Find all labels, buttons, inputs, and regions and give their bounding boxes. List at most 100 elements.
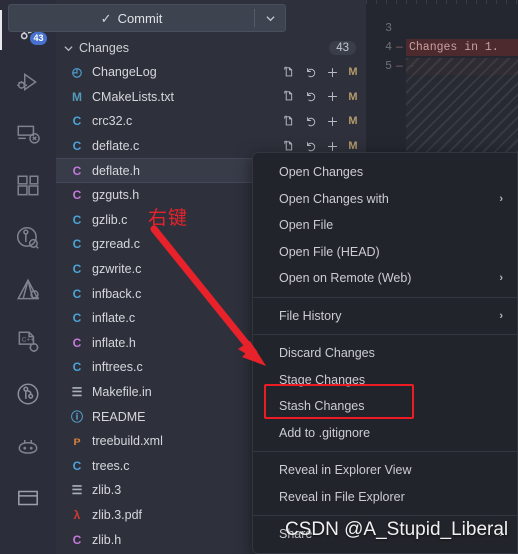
open-file-icon[interactable]	[282, 140, 295, 153]
discard-icon[interactable]	[304, 90, 317, 103]
context-menu-item[interactable]: Open on Remote (Web) ›	[253, 265, 517, 292]
file-type-icon: C	[72, 114, 82, 129]
line-gutter-mark: —	[396, 41, 403, 54]
file-name-label: inflate.h	[92, 335, 136, 350]
app-root: 43 C++ 3 4 — Changes in 1. 5 — ✓ Commit …	[0, 0, 518, 554]
context-menu-item[interactable]: Open Changes with ›	[253, 186, 517, 213]
file-name-label: deflate.h	[92, 163, 140, 178]
svg-text:C++: C++	[22, 337, 34, 344]
file-name-label: gzread.c	[92, 237, 140, 252]
chevron-down-icon	[64, 44, 73, 54]
context-menu-item-label: Add to .gitignore	[279, 425, 371, 440]
commit-button-main[interactable]: ✓ Commit	[9, 5, 254, 31]
extensions-icon	[17, 175, 39, 196]
file-type-icon: C	[72, 212, 82, 227]
file-name-label: treebuild.xml	[92, 434, 163, 449]
file-name-label: trees.c	[92, 458, 130, 473]
file-type-icon: ᴘ	[73, 434, 81, 449]
line-gutter-mark: —	[396, 60, 403, 73]
file-type-icon: ☰	[71, 385, 83, 400]
discard-icon[interactable]	[304, 115, 317, 128]
file-type-icon: C	[72, 163, 82, 178]
file-list-item[interactable]: M CMakeLists.txt M	[56, 85, 366, 110]
file-type-icon: M	[72, 89, 82, 104]
git-graph-icon	[17, 383, 39, 405]
discard-icon[interactable]	[304, 66, 317, 79]
context-menu-item[interactable]: Stage Changes	[253, 367, 517, 394]
remote-explorer-icon	[17, 125, 40, 144]
context-menu-item[interactable]: Add to .gitignore	[253, 420, 517, 447]
panel-layout-icon	[18, 490, 38, 506]
file-list-item[interactable]: Ccrc32.c M	[56, 109, 366, 134]
menu-separator	[253, 451, 517, 452]
file-name-label: gzguts.h	[92, 188, 140, 203]
activity-item-git-graph[interactable]	[0, 368, 56, 420]
context-menu-item-label: Reveal in Explorer View	[279, 463, 412, 478]
context-menu-item[interactable]: Reveal in File Explorer	[253, 484, 517, 511]
activity-item-panel-layout[interactable]	[0, 472, 56, 524]
open-file-icon[interactable]	[282, 115, 295, 128]
commit-button-label: Commit	[117, 10, 163, 26]
changes-section-header[interactable]: Changes 43	[56, 36, 366, 60]
source-control-badge: 43	[30, 32, 47, 45]
file-name-label: zlib.h	[92, 532, 122, 547]
stage-icon[interactable]	[326, 66, 339, 79]
stage-icon[interactable]	[326, 90, 339, 103]
menu-separator	[253, 515, 517, 516]
file-type-icon: C	[72, 237, 82, 252]
context-menu-item-label: Open File	[279, 218, 334, 233]
file-name-label: inflate.c	[92, 311, 136, 326]
line-number: 4	[385, 41, 392, 54]
file-row-actions: M	[282, 140, 360, 153]
activity-item-run-debug[interactable]	[0, 56, 56, 108]
context-menu-item-label: Open Changes with	[279, 191, 389, 206]
run-debug-icon	[17, 72, 37, 92]
activity-item-extensions[interactable]	[0, 160, 56, 212]
file-list-item[interactable]: ◴ ChangeLog M	[56, 60, 366, 85]
context-menu-item[interactable]: Open File	[253, 212, 517, 239]
editor-line: 3	[366, 18, 408, 39]
file-type-icon: C	[72, 139, 82, 154]
chevron-right-icon: ›	[499, 272, 503, 285]
chevron-down-icon	[265, 15, 275, 21]
commit-button[interactable]: ✓ Commit	[8, 4, 286, 32]
context-menu-item[interactable]: Stash Changes	[253, 393, 517, 420]
cmake-icon	[16, 278, 40, 300]
menu-separator	[253, 296, 517, 298]
context-menu-item-label: Reveal in File Explorer	[279, 489, 405, 504]
activity-item-cpp-config[interactable]: C++	[0, 316, 56, 368]
menu-separator	[253, 334, 517, 335]
context-menu-item[interactable]: Reveal in Explorer View	[253, 457, 517, 484]
line-text: Changes in 1.	[406, 39, 518, 56]
file-name-label: deflate.c	[92, 139, 140, 154]
context-menu-item[interactable]: Discard Changes	[253, 340, 517, 367]
annotation-label: 右键	[148, 207, 189, 229]
stage-icon[interactable]	[326, 115, 339, 128]
editor-empty-hatch	[406, 58, 518, 152]
test-explorer-icon	[16, 226, 39, 249]
open-file-icon[interactable]	[282, 66, 295, 79]
open-file-icon[interactable]	[282, 90, 295, 103]
file-row-actions: M	[282, 66, 360, 79]
changes-count-badge: 43	[329, 41, 356, 55]
file-type-icon: C	[72, 458, 82, 473]
file-status-flag: M	[348, 66, 358, 79]
context-menu-item-label: Stage Changes	[279, 372, 366, 387]
activity-item-cmake[interactable]	[0, 264, 56, 316]
commit-dropdown-button[interactable]	[255, 5, 285, 31]
activity-item-docker[interactable]	[0, 420, 56, 472]
line-number: 5	[385, 60, 392, 73]
discard-icon[interactable]	[304, 140, 317, 153]
context-menu[interactable]: Open Changes Open Changes with › Open File O…	[252, 152, 518, 554]
activity-item-test-explorer[interactable]	[0, 212, 56, 264]
context-menu-item[interactable]: File History ›	[253, 303, 517, 330]
context-menu-item[interactable]: Open File (HEAD)	[253, 239, 517, 266]
file-type-icon: C	[72, 188, 82, 203]
file-status-flag: M	[348, 115, 358, 128]
file-type-icon: C	[72, 286, 82, 301]
stage-icon[interactable]	[326, 140, 339, 153]
file-type-icon: ⓘ	[70, 410, 83, 425]
activity-item-remote-explorer[interactable]	[0, 108, 56, 160]
chevron-right-icon: ›	[499, 192, 503, 205]
context-menu-item[interactable]: Open Changes	[253, 159, 517, 186]
